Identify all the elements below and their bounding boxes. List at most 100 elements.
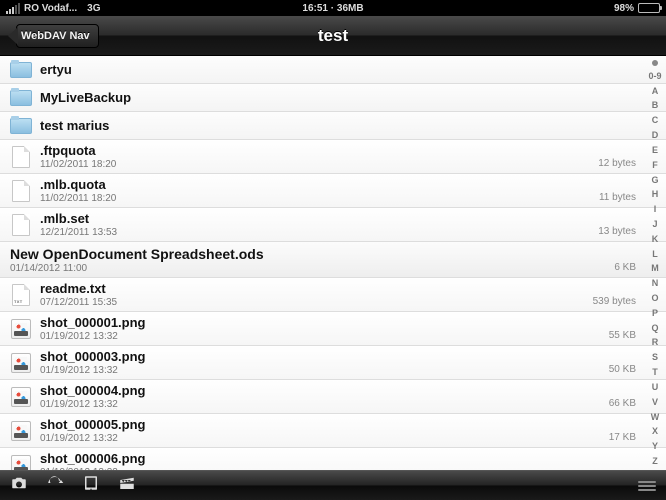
image-file-icon [11, 421, 31, 441]
status-bar: RO Vodaf... 3G 16:51 · 36MB 98% [0, 0, 666, 16]
folder-icon [10, 62, 32, 78]
file-icon [12, 214, 30, 236]
battery-percent: 98% [614, 3, 634, 14]
index-letter[interactable]: Y [652, 442, 658, 451]
file-date: 01/19/2012 13:32 [40, 467, 636, 470]
network-label: 3G [87, 3, 100, 14]
camera-icon[interactable] [10, 474, 28, 497]
file-date: 07/12/2011 15:35 [40, 297, 593, 308]
file-row[interactable]: shot_000001.png 01/19/2012 13:32 55 KB [0, 312, 666, 346]
file-size: 50 KB [609, 364, 642, 375]
file-name: readme.txt [40, 281, 593, 296]
folder-row[interactable]: MyLiveBackup [0, 84, 666, 112]
file-row[interactable]: TXT readme.txt 07/12/2011 15:35 539 byte… [0, 278, 666, 312]
grip-icon[interactable] [638, 481, 656, 491]
file-date: 12/21/2011 13:53 [40, 227, 598, 238]
file-row[interactable]: shot_000004.png 01/19/2012 13:32 66 KB [0, 380, 666, 414]
file-size: 66 KB [609, 398, 642, 409]
index-letter[interactable]: D [652, 131, 659, 140]
file-date: 11/02/2011 18:20 [40, 193, 599, 204]
file-size: 11 bytes [599, 192, 642, 203]
folder-name: MyLiveBackup [40, 90, 642, 105]
file-name: .ftpquota [40, 143, 598, 158]
folder-row[interactable]: test marius [0, 112, 666, 140]
file-icon [12, 180, 30, 202]
file-size: 55 KB [609, 330, 642, 341]
index-dot-icon[interactable] [652, 60, 658, 66]
folder-name: ertyu [40, 62, 642, 77]
folder-icon [10, 118, 32, 134]
index-letter[interactable]: C [652, 116, 659, 125]
index-letter[interactable]: Z [652, 457, 658, 466]
file-row[interactable]: .ftpquota 11/02/2011 18:20 12 bytes [0, 140, 666, 174]
clapper-icon[interactable] [118, 474, 136, 497]
bottom-toolbar [0, 470, 666, 500]
index-letter[interactable]: N [652, 279, 659, 288]
index-letter[interactable]: L [652, 250, 658, 259]
index-letter[interactable]: H [652, 190, 659, 199]
ipad-icon[interactable] [82, 474, 100, 497]
file-date: 01/14/2012 11:00 [10, 263, 614, 274]
image-file-icon [11, 319, 31, 339]
index-letter[interactable]: I [654, 205, 657, 214]
file-row[interactable]: shot_000005.png 01/19/2012 13:32 17 KB [0, 414, 666, 448]
file-date: 01/19/2012 13:32 [40, 433, 609, 444]
file-size: 13 bytes [598, 226, 642, 237]
file-name: New OpenDocument Spreadsheet.ods [10, 246, 614, 262]
file-row[interactable]: .mlb.set 12/21/2011 13:53 13 bytes [0, 208, 666, 242]
index-letter[interactable]: K [652, 235, 659, 244]
index-letter[interactable]: X [652, 427, 658, 436]
index-letter[interactable]: F [652, 161, 658, 170]
file-size: 17 KB [609, 432, 642, 443]
index-letter[interactable]: G [651, 176, 658, 185]
file-name: .mlb.quota [40, 177, 599, 192]
file-date: 01/19/2012 13:32 [40, 331, 609, 342]
folder-name: test marius [40, 118, 642, 133]
file-row[interactable]: shot_000006.png 01/19/2012 13:32 [0, 448, 666, 470]
index-letter[interactable]: A [652, 87, 659, 96]
index-letter[interactable]: T [652, 368, 658, 377]
index-letter[interactable]: 0-9 [648, 72, 661, 81]
battery-icon [638, 3, 660, 13]
text-file-icon: TXT [12, 284, 30, 306]
file-name: shot_000005.png [40, 417, 609, 432]
index-letter[interactable]: O [651, 294, 658, 303]
section-index-bar[interactable]: 0-9 ABCDEFGHIJKLMNOPQRSTUVWXYZ [646, 58, 664, 468]
back-button[interactable]: WebDAV Nav [16, 24, 99, 48]
carrier-label: RO Vodaf... [24, 3, 77, 14]
index-letter[interactable]: S [652, 353, 658, 362]
file-size: 12 bytes [598, 158, 642, 169]
index-letter[interactable]: M [651, 264, 659, 273]
file-row[interactable]: .mlb.quota 11/02/2011 18:20 11 bytes [0, 174, 666, 208]
index-letter[interactable]: J [652, 220, 657, 229]
file-name: shot_000003.png [40, 349, 609, 364]
index-letter[interactable]: B [652, 101, 659, 110]
file-name: shot_000004.png [40, 383, 609, 398]
index-letter[interactable]: W [651, 413, 660, 422]
index-letter[interactable]: R [652, 338, 659, 347]
file-list-container: ertyu MyLiveBackup test marius .ftpquota… [0, 56, 666, 470]
file-date: 01/19/2012 13:32 [40, 365, 609, 376]
image-file-icon [11, 387, 31, 407]
image-file-icon [11, 353, 31, 373]
index-letter[interactable]: P [652, 309, 658, 318]
file-date: 01/19/2012 13:32 [40, 399, 609, 410]
file-size: 539 bytes [593, 296, 642, 307]
page-title: test [0, 26, 666, 46]
featured-row[interactable]: New OpenDocument Spreadsheet.ods 01/14/2… [0, 242, 666, 278]
file-name: shot_000001.png [40, 315, 609, 330]
refresh-icon[interactable] [46, 474, 64, 497]
index-letter[interactable]: U [652, 383, 659, 392]
file-list[interactable]: ertyu MyLiveBackup test marius .ftpquota… [0, 56, 666, 470]
back-button-label: WebDAV Nav [21, 30, 90, 42]
image-file-icon [11, 455, 31, 471]
folder-row[interactable]: ertyu [0, 56, 666, 84]
folder-icon [10, 90, 32, 106]
signal-icon [6, 3, 20, 14]
index-letter[interactable]: V [652, 398, 658, 407]
file-date: 11/02/2011 18:20 [40, 159, 598, 170]
index-letter[interactable]: E [652, 146, 658, 155]
index-letter[interactable]: Q [651, 324, 658, 333]
file-row[interactable]: shot_000003.png 01/19/2012 13:32 50 KB [0, 346, 666, 380]
file-name: .mlb.set [40, 211, 598, 226]
